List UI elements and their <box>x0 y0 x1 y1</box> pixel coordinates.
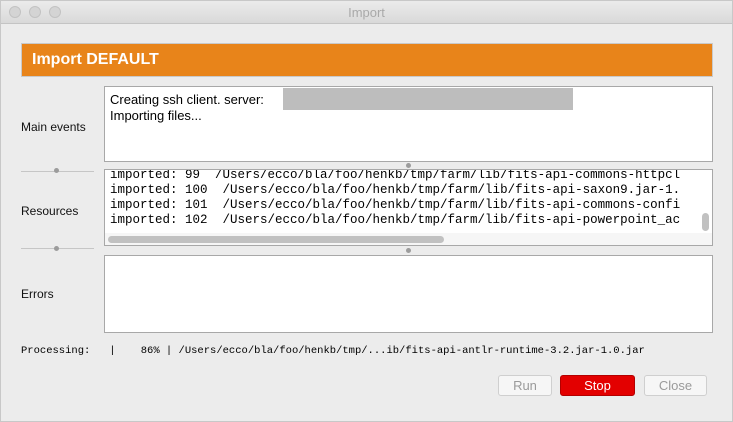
main-events-label: Main events <box>21 120 86 134</box>
main-events-panel[interactable]: Creating ssh client. server: Importing f… <box>104 86 713 162</box>
redacted-server-name <box>283 88 573 110</box>
title-bar[interactable]: Import <box>1 1 732 24</box>
split-handle-icon[interactable] <box>54 246 59 251</box>
resource-line: imported: 102 /Users/ecco/bla/foo/henkb/… <box>110 213 681 227</box>
split-handle-icon[interactable] <box>54 168 59 173</box>
import-window: Import Import DEFAULT Main events Creati… <box>0 0 733 422</box>
resource-line: imported: 100 /Users/ecco/bla/foo/henkb/… <box>110 183 681 197</box>
processing-status: Processing: | 86% | /Users/ecco/bla/foo/… <box>21 345 645 357</box>
close-button[interactable]: Close <box>644 375 707 396</box>
errors-label: Errors <box>21 287 54 301</box>
event-line: Creating ssh client. server: <box>110 92 264 107</box>
split-handle-icon[interactable] <box>406 163 411 168</box>
resources-horizontal-scrollbar[interactable] <box>105 233 712 245</box>
import-header-title: Import DEFAULT <box>32 51 159 68</box>
errors-panel[interactable] <box>104 255 713 333</box>
resources-panel[interactable]: imported: 99 /Users/ecco/bla/foo/henkb/t… <box>104 169 713 246</box>
resources-label: Resources <box>21 204 79 218</box>
window-title: Import <box>348 5 385 20</box>
event-line: Importing files... <box>110 108 202 123</box>
resource-line: imported: 101 /Users/ecco/bla/foo/henkb/… <box>110 198 681 212</box>
resources-horizontal-scroll-thumb[interactable] <box>108 236 444 243</box>
split-handle-icon[interactable] <box>406 248 411 253</box>
stop-button[interactable]: Stop <box>560 375 635 396</box>
run-button[interactable]: Run <box>498 375 552 396</box>
import-header-banner: Import DEFAULT <box>21 43 713 77</box>
resources-vertical-scrollbar[interactable] <box>702 213 709 231</box>
resource-line: imported: 99 /Users/ecco/bla/foo/henkb/t… <box>110 169 681 182</box>
